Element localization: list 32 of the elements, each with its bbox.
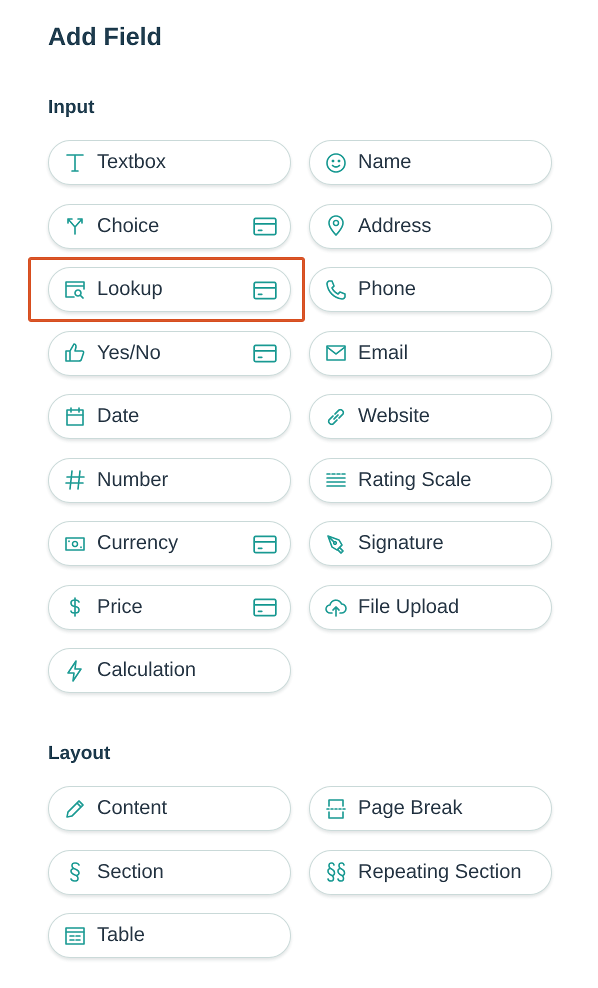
field-type-button[interactable]: Content [48,786,291,831]
field-type-button[interactable]: Number [48,458,291,502]
field-type-button[interactable]: Name [309,140,552,185]
page-break-icon [324,796,348,820]
field-type-button[interactable]: Page Break [309,786,552,831]
phone-icon [324,278,348,302]
field-type-button[interactable]: Phone [309,267,552,312]
field-type-button[interactable]: Choice [48,204,291,248]
field-type-button[interactable]: File Upload [309,584,552,630]
field-type-button[interactable]: Email [309,330,552,376]
hash-icon [63,468,87,492]
field-type-button[interactable]: Date [48,394,291,439]
field-type-button[interactable]: Address [309,204,552,248]
section-heading: Input [48,96,96,120]
smiley-icon [324,150,348,174]
field-type-button[interactable]: Repeating Section [309,850,552,894]
field-type-button[interactable]: Price [48,584,291,630]
field-type-button[interactable]: Signature [309,521,552,566]
field-type-button[interactable]: Section [48,850,291,894]
panel-title: Add Field [48,22,163,52]
calendar-icon [63,404,87,428]
double-section-sign-icon [324,860,348,884]
field-type-button[interactable]: Website [309,394,552,439]
field-type-button[interactable]: Textbox [48,140,291,185]
thumbs-up-icon [63,341,87,365]
field-type-button[interactable]: Rating Scale [309,458,552,502]
field-type-button[interactable]: Yes/No [48,330,291,376]
field-type-button[interactable]: Calculation [48,648,291,693]
field-type-button[interactable]: Table [48,913,291,958]
section-heading: Layout [48,742,112,766]
field-type-button[interactable]: Lookup [48,267,291,312]
field-type-button[interactable]: Currency [48,521,291,566]
